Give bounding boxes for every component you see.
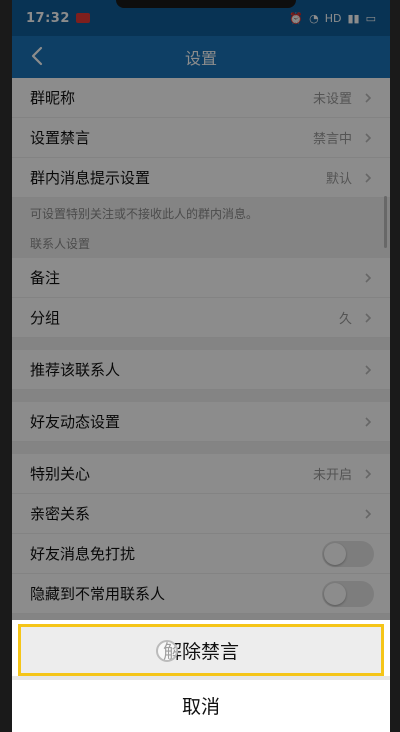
- action-sheet: 解除禁言 取消: [12, 620, 390, 732]
- unmute-button[interactable]: 解除禁言: [18, 624, 384, 676]
- cancel-button[interactable]: 取消: [12, 680, 390, 730]
- phone-screen: 17:32 ⏰ ◔ HD ▮▮ ▭ 设置 群昵称 未设置 设置禁言 禁言中 群内…: [12, 0, 390, 732]
- touch-indicator: [156, 640, 178, 662]
